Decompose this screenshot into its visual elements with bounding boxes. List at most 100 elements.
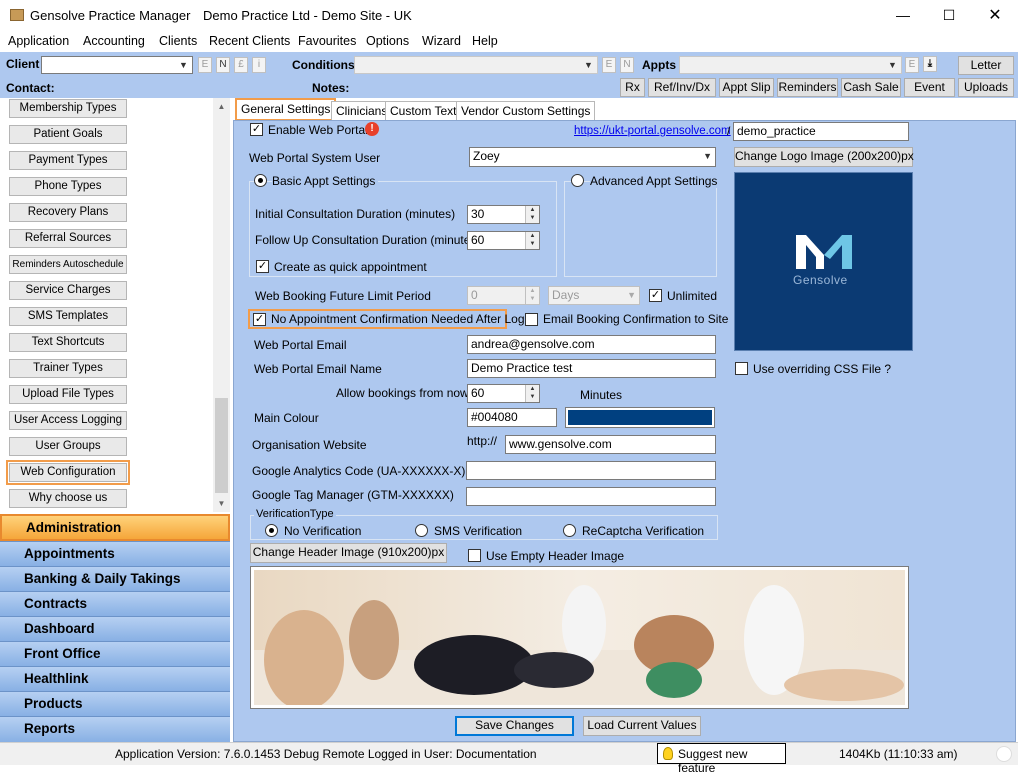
nav-front-office[interactable]: Front Office xyxy=(0,641,230,666)
save-changes-button[interactable]: Save Changes xyxy=(455,716,574,736)
cash-sale-button[interactable]: Cash Sale xyxy=(841,78,901,97)
appt-slip-button[interactable]: Appt Slip xyxy=(719,78,774,97)
spinner-icon[interactable]: ▲ ▼ xyxy=(525,206,539,223)
change-header-button[interactable]: Change Header Image (910x200)px xyxy=(250,543,447,563)
advanced-appt-radio[interactable] xyxy=(571,174,584,187)
client-pound-button[interactable]: £ xyxy=(234,57,248,73)
initial-duration-label: Initial Consultation Duration (minutes) xyxy=(255,207,456,221)
nav-appointments[interactable]: Appointments xyxy=(0,541,230,566)
ga-input[interactable] xyxy=(466,461,716,480)
use-empty-header-checkbox[interactable] xyxy=(468,549,481,562)
portal-url-link[interactable]: https://ukt-portal.gensolve.com xyxy=(574,125,731,137)
tab-vendor-custom-settings[interactable]: Vendor Custom Settings xyxy=(456,101,596,120)
future-limit-unit-select[interactable]: Days ▼ xyxy=(548,286,640,305)
nav-healthlink[interactable]: Healthlink xyxy=(0,666,230,691)
unlimited-checkbox[interactable]: ✓ xyxy=(649,289,662,302)
followup-duration-input[interactable]: 60 ▲ ▼ xyxy=(467,231,540,250)
scroll-down-icon[interactable]: ▼ xyxy=(213,495,230,512)
menu-accounting[interactable]: Accounting xyxy=(83,34,145,48)
conditions-combo[interactable]: ▼ xyxy=(354,56,598,74)
sidebar-item-membership-types[interactable]: Membership Types xyxy=(9,99,127,118)
spinner-icon[interactable]: ▲ ▼ xyxy=(525,232,539,249)
sms-verification-radio[interactable] xyxy=(415,524,428,537)
sidebar-item-trainer-types[interactable]: Trainer Types xyxy=(9,359,127,378)
nav-dashboard[interactable]: Dashboard xyxy=(0,616,230,641)
override-css-checkbox[interactable] xyxy=(735,362,748,375)
load-current-values-button[interactable]: Load Current Values xyxy=(583,716,701,736)
appts-combo[interactable]: ▼ xyxy=(679,56,902,74)
nav-contracts[interactable]: Contracts xyxy=(0,591,230,616)
client-e-button[interactable]: E xyxy=(198,57,212,73)
email-confirm-checkbox[interactable] xyxy=(525,313,538,326)
tab-clinicians[interactable]: Clinicians xyxy=(331,101,393,120)
spinner-icon[interactable]: ▲ ▼ xyxy=(525,385,539,402)
quick-appt-checkbox[interactable]: ✓ xyxy=(256,260,269,273)
system-user-select[interactable]: Zoey ▼ xyxy=(469,147,716,167)
reminders-button[interactable]: Reminders xyxy=(777,78,838,97)
recaptcha-radio[interactable] xyxy=(563,524,576,537)
sidebar-item-sms-templates[interactable]: SMS Templates xyxy=(9,307,127,326)
nav-reports[interactable]: Reports xyxy=(0,716,230,742)
suggest-feature-button[interactable]: Suggest new feature xyxy=(657,743,786,775)
sidebar-item-recovery-plans[interactable]: Recovery Plans xyxy=(9,203,127,222)
event-button[interactable]: Event xyxy=(904,78,955,97)
allow-bookings-input[interactable]: 60 ▲ ▼ xyxy=(467,384,540,403)
appts-e-button[interactable]: E xyxy=(905,57,919,73)
gtm-input[interactable] xyxy=(466,487,716,506)
menu-favourites[interactable]: Favourites xyxy=(298,34,356,48)
sidebar-item-web-configuration[interactable]: Web Configuration xyxy=(6,460,130,485)
nav-administration[interactable]: Administration xyxy=(0,514,230,541)
future-limit-input[interactable]: 0 ▲ ▼ xyxy=(467,286,540,305)
sidebar-item-text-shortcuts[interactable]: Text Shortcuts xyxy=(9,333,127,352)
menu-options[interactable]: Options xyxy=(366,34,409,48)
download-icon[interactable]: ⤓ xyxy=(923,56,937,72)
org-website-input[interactable]: www.gensolve.com xyxy=(505,435,716,454)
portal-email-name-input[interactable]: Demo Practice test xyxy=(467,359,716,378)
change-logo-button[interactable]: Change Logo Image (200x200)px xyxy=(734,147,914,167)
maximize-icon[interactable]: ☐ xyxy=(926,0,972,31)
sidebar-item-reminders-autoschedule[interactable]: Reminders Autoschedule xyxy=(9,255,127,274)
portal-email-input[interactable]: andrea@gensolve.com xyxy=(467,335,716,354)
uploads-button[interactable]: Uploads xyxy=(958,78,1014,97)
sidebar-item-referral-sources[interactable]: Referral Sources xyxy=(9,229,127,248)
sidebar-item-patient-goals[interactable]: Patient Goals xyxy=(9,125,127,144)
conditions-n-button[interactable]: N xyxy=(620,57,634,73)
menu-clients[interactable]: Clients xyxy=(159,34,197,48)
sidebar-item-payment-types[interactable]: Payment Types xyxy=(9,151,127,170)
scroll-thumb[interactable] xyxy=(215,398,228,493)
enable-web-portal-checkbox[interactable]: ✓ xyxy=(250,123,263,136)
initial-duration-input[interactable]: 30 ▲ ▼ xyxy=(467,205,540,224)
menu-wizard[interactable]: Wizard xyxy=(422,34,461,48)
close-icon[interactable]: ✕ xyxy=(972,0,1018,31)
tab-general-settings[interactable]: General Settings xyxy=(235,98,337,121)
scroll-up-icon[interactable]: ▲ xyxy=(213,98,230,115)
basic-appt-radio[interactable] xyxy=(254,174,267,187)
sidebar-item-why-choose-us[interactable]: Why choose us xyxy=(9,489,127,508)
no-verification-radio[interactable] xyxy=(265,524,278,537)
sidebar-item-user-groups[interactable]: User Groups xyxy=(9,437,127,456)
main-colour-swatch[interactable] xyxy=(565,407,715,428)
nav-banking[interactable]: Banking & Daily Takings xyxy=(0,566,230,591)
client-n-button[interactable]: N xyxy=(216,57,230,73)
sidebar-scrollbar[interactable]: ▲ ▼ xyxy=(213,98,230,512)
minimize-icon[interactable]: — xyxy=(880,0,926,31)
no-confirm-checkbox[interactable]: ✓ xyxy=(253,313,266,326)
menu-help[interactable]: Help xyxy=(472,34,498,48)
client-info-button[interactable]: i xyxy=(252,57,266,73)
client-combo[interactable]: ▼ xyxy=(41,56,193,74)
menu-recent-clients[interactable]: Recent Clients xyxy=(209,34,290,48)
sidebar-item-phone-types[interactable]: Phone Types xyxy=(9,177,127,196)
spinner-icon[interactable]: ▲ ▼ xyxy=(525,287,539,304)
conditions-e-button[interactable]: E xyxy=(602,57,616,73)
rx-button[interactable]: Rx xyxy=(620,78,645,97)
ref-inv-dx-button[interactable]: Ref/Inv/Dx xyxy=(648,78,716,97)
sidebar-item-user-access-logging[interactable]: User Access Logging xyxy=(9,411,127,430)
main-colour-input[interactable]: #004080 xyxy=(467,408,557,427)
nav-products[interactable]: Products xyxy=(0,691,230,716)
sidebar-item-upload-file-types[interactable]: Upload File Types xyxy=(9,385,127,404)
menu-application[interactable]: Application xyxy=(8,34,69,48)
tab-custom-text[interactable]: Custom Text xyxy=(385,101,462,120)
letter-button[interactable]: Letter xyxy=(958,56,1014,75)
sidebar-item-service-charges[interactable]: Service Charges xyxy=(9,281,127,300)
portal-path-input[interactable]: demo_practice xyxy=(733,122,909,141)
